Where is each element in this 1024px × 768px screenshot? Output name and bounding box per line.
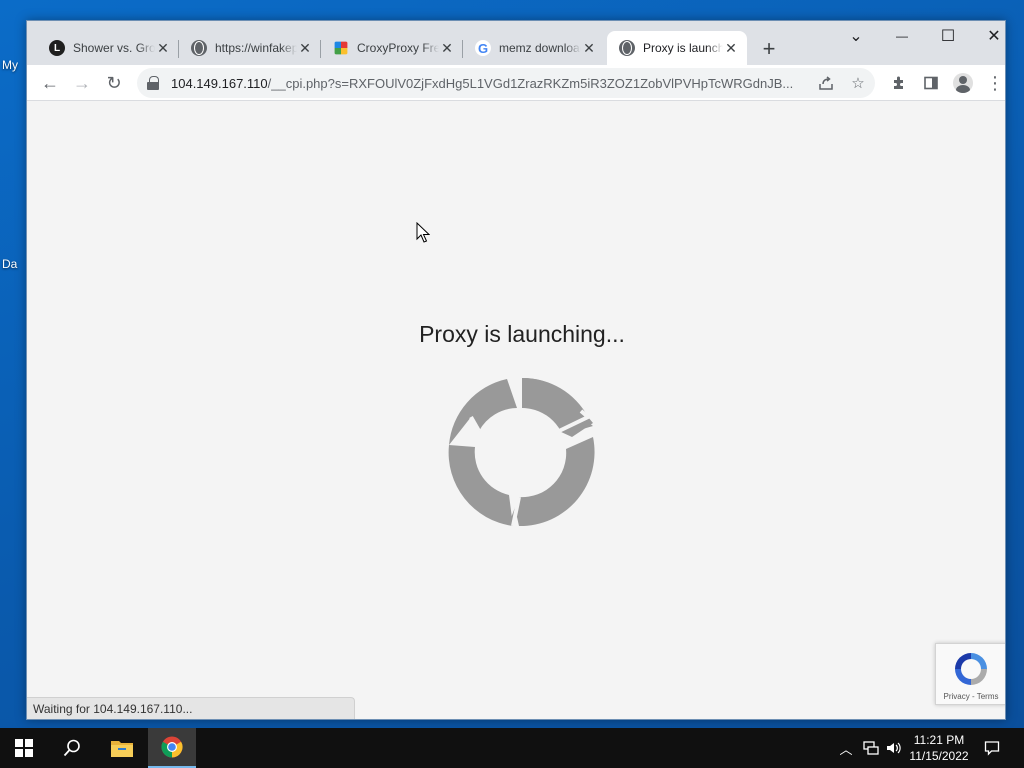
maximize-icon: ☐ [940,28,956,45]
search-button[interactable] [48,728,96,768]
chrome-logo-icon [161,736,183,758]
loading-spinner-icon [448,377,595,527]
recaptcha-badge[interactable]: Privacy - Terms [935,643,1005,705]
browser-toolbar: ← → ↻ 104.149.167.110/__cpi.php?s=RXFOUl… [27,65,1005,101]
minimize-icon: — [896,29,908,43]
link-separator: - [969,692,977,701]
forward-button[interactable]: → [67,68,97,98]
url-host: 104.149.167.110 [171,75,268,91]
recaptcha-logo-icon [955,653,987,685]
globe-icon [191,40,207,56]
privacy-link[interactable]: Privacy [944,692,970,701]
url-text[interactable]: 104.149.167.110/__cpi.php?s=RXFOUlV0ZjFx… [171,76,801,91]
recaptcha-links: Privacy - Terms [936,692,1005,701]
chevron-down-icon: ⌄ [849,28,863,45]
side-panel-icon[interactable] [919,71,943,95]
search-icon [63,739,80,757]
tab-title: Shower vs. Growers [73,41,155,55]
tab-memz-download[interactable]: G memz download ✕ [463,31,605,65]
desktop-icon-label[interactable]: Da [2,257,17,271]
tab-shower-vs-growers[interactable]: L Shower vs. Growers ✕ [37,31,179,65]
tab-strip: L Shower vs. Growers ✕ https://winfakepc… [27,21,1005,65]
arrow-right-icon: → [73,72,91,93]
tab-croxyproxy[interactable]: CroxyProxy Free ✕ [321,31,463,65]
close-icon[interactable]: ✕ [155,40,171,56]
browser-window: L Shower vs. Growers ✕ https://winfakepc… [26,20,1006,720]
close-icon[interactable]: ✕ [297,40,313,56]
google-icon: G [475,40,491,56]
globe-icon [619,40,635,56]
new-tab-button[interactable]: + [755,35,783,63]
show-hidden-icons-button[interactable]: ︿ [836,728,856,768]
tab-proxy-launching[interactable]: Proxy is launching... ✕ [607,31,747,65]
desktop-icon-label[interactable]: My [2,58,18,72]
url-path: /__cpi.php?s=RXFOUlV0ZjFxdHg5L1VGd1ZrazR… [267,75,794,91]
menu-kebab-icon[interactable]: ⋮ [983,71,1005,95]
tab-winfakepc[interactable]: https://winfakepc ✕ [179,31,321,65]
page-content: Proxy is launching... Privacy - Terms Wa… [27,101,1005,719]
volume-icon[interactable] [884,728,904,768]
taskbar-clock[interactable]: 11:21 PM 11/15/2022 [904,732,974,764]
clock-time: 11:21 PM [913,733,965,747]
folder-icon [111,741,133,757]
bookmark-star-icon[interactable]: ☆ [849,74,867,92]
lock-icon[interactable] [147,76,159,90]
close-window-button[interactable]: ✕ [971,21,1005,51]
page-title: Proxy is launching... [419,321,625,347]
person-icon [953,73,973,93]
maximize-button[interactable]: ☐ [925,21,971,51]
chevron-up-icon: ︿ [839,741,853,757]
tab-title: memz download [499,41,581,55]
notifications-icon[interactable] [980,728,1004,768]
chrome-taskbar-button[interactable] [148,728,196,768]
file-explorer-button[interactable] [98,728,146,768]
network-icon[interactable] [860,728,882,768]
minimize-button[interactable]: — [879,21,925,51]
close-icon: ✕ [987,28,1001,45]
croxyproxy-logo-icon [334,41,348,55]
close-icon[interactable]: ✕ [723,40,739,56]
windows-logo-icon [15,739,33,757]
tab-title: Proxy is launching... [643,41,723,55]
tab-title: CroxyProxy Free [357,41,439,55]
address-bar[interactable]: 104.149.167.110/__cpi.php?s=RXFOUlV0ZjFx… [137,68,875,98]
extensions-puzzle-icon[interactable] [887,71,911,95]
start-button[interactable] [0,728,48,768]
back-button[interactable]: ← [35,68,65,98]
reload-button[interactable]: ↻ [99,68,129,98]
close-icon[interactable]: ✕ [439,40,455,56]
tab-title: https://winfakepc [215,41,297,55]
profile-avatar[interactable] [951,71,975,95]
clock-date: 11/15/2022 [909,749,969,763]
reload-icon: ↻ [106,72,122,93]
taskbar: ︿ 11:21 PM 11/15/2022 [0,728,1024,768]
arrow-left-icon: ← [41,72,59,93]
close-icon[interactable]: ✕ [581,40,597,56]
tab-search-button[interactable]: ⌄ [833,21,879,51]
share-icon[interactable] [817,74,835,92]
mouse-cursor-icon [416,222,430,243]
status-bar: Waiting for 104.149.167.110... [27,697,355,719]
terms-link[interactable]: Terms [977,692,999,701]
dark-logo-icon: L [49,40,65,56]
